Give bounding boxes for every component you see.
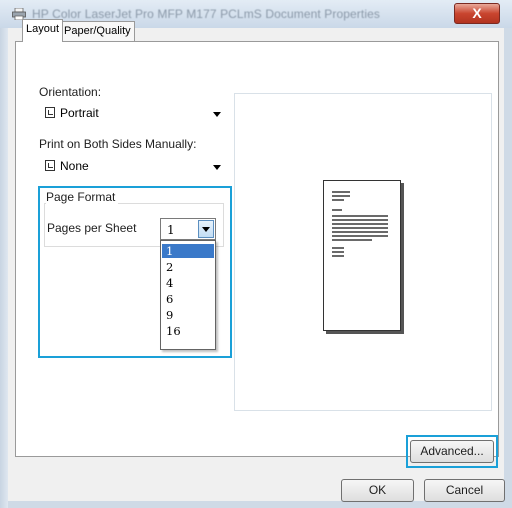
tab-layout[interactable]: Layout bbox=[22, 19, 64, 42]
advanced-button[interactable]: Advanced... bbox=[410, 440, 494, 463]
dropdown-button[interactable] bbox=[198, 220, 214, 238]
portrait-document-icon bbox=[45, 107, 55, 118]
cancel-button[interactable]: Cancel bbox=[424, 479, 505, 502]
tab-layout-label: Layout bbox=[26, 23, 60, 35]
tab-paper-quality[interactable]: Paper/Quality bbox=[60, 21, 135, 41]
pages-per-sheet-label: Pages per Sheet bbox=[47, 221, 137, 235]
page-format-label: Page Format bbox=[46, 190, 119, 204]
dropdown-option-4[interactable]: 4 bbox=[162, 276, 214, 290]
chevron-down-icon bbox=[213, 112, 221, 117]
orientation-value: Portrait bbox=[60, 106, 99, 120]
orientation-select[interactable]: Portrait bbox=[36, 103, 230, 125]
duplex-select[interactable]: None bbox=[36, 156, 230, 178]
duplex-value: None bbox=[60, 159, 89, 173]
duplex-label: Print on Both Sides Manually: bbox=[39, 137, 197, 151]
dropdown-option-6[interactable]: 6 bbox=[162, 292, 214, 306]
tab-paper-quality-label: Paper/Quality bbox=[64, 25, 131, 37]
page-preview-icon bbox=[323, 180, 401, 331]
orientation-label: Orientation: bbox=[39, 85, 102, 99]
pages-per-sheet-value: 1 bbox=[167, 223, 175, 237]
window-title: HP Color LaserJet Pro MFP M177 PCLmS Doc… bbox=[32, 7, 380, 21]
pages-per-sheet-select[interactable]: 1 bbox=[160, 218, 216, 240]
chevron-down-icon bbox=[202, 227, 210, 232]
document-properties-window: HP Color LaserJet Pro MFP M177 PCLmS Doc… bbox=[0, 0, 512, 508]
dropdown-option-9[interactable]: 9 bbox=[162, 308, 214, 322]
dropdown-option-2[interactable]: 2 bbox=[162, 260, 214, 274]
close-button[interactable]: X bbox=[454, 3, 500, 24]
close-icon: X bbox=[472, 5, 482, 21]
dropdown-option-16[interactable]: 16 bbox=[162, 324, 214, 338]
pages-per-sheet-dropdown: 1 2 4 6 9 16 bbox=[160, 240, 216, 350]
dropdown-option-1[interactable]: 1 bbox=[162, 244, 214, 258]
chevron-down-icon bbox=[213, 165, 221, 170]
window-frame-edge bbox=[0, 28, 8, 508]
document-icon bbox=[45, 160, 55, 171]
ok-button[interactable]: OK bbox=[341, 479, 414, 502]
